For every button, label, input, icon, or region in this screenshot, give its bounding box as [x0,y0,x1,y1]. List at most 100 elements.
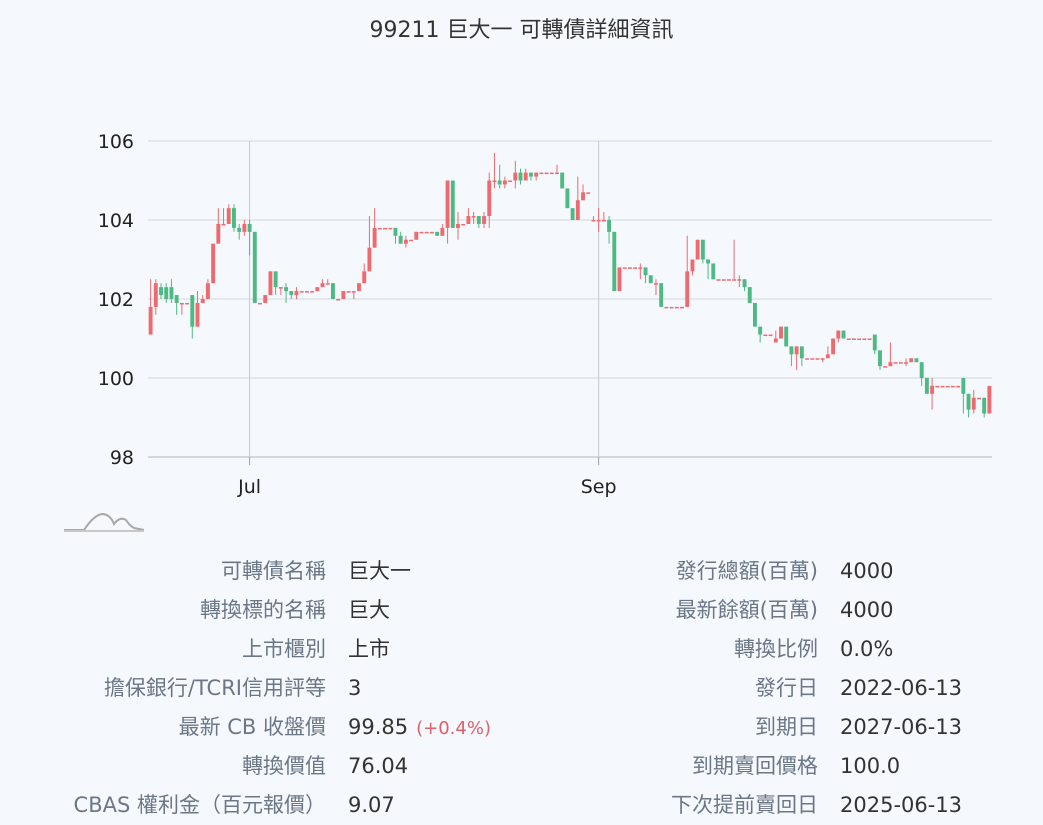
candle-body [799,346,804,359]
candle-body [185,302,190,305]
candle-body [987,385,992,414]
chart-gridlines [148,140,992,458]
candle-body [966,393,971,410]
candle-body [179,302,184,305]
candle [700,239,705,264]
candle-body [680,306,684,309]
candle [945,385,950,388]
candle [174,295,179,315]
y-tick-label: 100 [98,368,134,390]
candle-body [409,239,414,242]
candle-body [466,216,471,224]
candle [737,275,742,288]
candle [555,164,559,175]
candle-body [784,326,789,347]
candle [232,204,236,232]
candle-body [831,338,836,355]
candle [263,295,268,303]
info-value-text: 2022-06-13 [840,676,963,700]
candle-body [570,208,575,220]
candle-body [836,330,841,339]
candle [330,283,335,299]
candle [211,243,216,284]
candle-body [794,346,799,355]
candle [403,235,408,248]
candle [950,385,955,388]
candle-body [440,227,445,236]
candle-body [513,172,518,181]
info-value: 2025-06-13 [840,786,962,825]
candle [398,231,403,244]
info-value: 2022-06-13 [840,669,962,708]
candle [221,208,226,226]
candle-body [846,338,851,340]
candle [825,346,830,359]
info-label: 最新餘額(百萬) [675,598,818,622]
candle-body [346,291,351,293]
candle [836,330,841,343]
candle-body [779,326,783,339]
candle [424,231,429,234]
candle [794,346,799,371]
candle-body [294,291,299,296]
navigator-thumbnail-icon[interactable] [64,512,145,532]
info-label: 轉換比例 [734,637,818,661]
candle [315,287,320,292]
candle [393,227,398,244]
candle-body [924,378,929,394]
candle-body [388,227,393,230]
candle [721,279,726,281]
candle [429,231,434,234]
candle-body [289,291,294,296]
candle [320,279,325,288]
candle-body [252,231,257,303]
candle-body [429,231,434,234]
candle-body [758,326,763,335]
candle-body [310,291,315,293]
candle-body [898,362,903,364]
candle-body [508,180,513,182]
candle-body [622,267,627,269]
info-value: 4000 [840,552,893,591]
candle [659,283,664,307]
y-tick-label: 98 [110,447,134,469]
candle [565,188,570,209]
candle [914,358,919,363]
candle [758,326,763,343]
candle-body [445,180,450,228]
candle [841,330,846,339]
candle [909,358,914,363]
candle-body [377,227,382,230]
info-row-right: 發行日 2022-06-13 [0,669,1043,708]
candle-body [211,243,216,284]
candle-body [148,306,153,335]
candle [971,389,976,414]
candle [643,267,648,284]
candle-body [403,239,408,244]
candle-body [372,227,377,248]
info-row-right: 最新餘額(百萬) 4000 [0,591,1043,630]
candlestick-chart: 98 100 102 104 106 Jul Sep [64,131,992,532]
candle-body [726,279,731,281]
candle-body [435,231,440,236]
candle [419,231,424,234]
candle [633,267,638,269]
candle [711,263,716,280]
candle [242,220,247,236]
candle-body [820,358,825,360]
candle [664,306,669,309]
candle [883,366,888,368]
candle-body [398,235,403,244]
candle [284,283,289,303]
candle [216,208,221,244]
candle-body [857,338,862,340]
candle-body [565,188,570,209]
candle-body [367,247,372,272]
candle-body [596,220,601,222]
candle-body [747,287,752,303]
candle [200,295,205,303]
candle [961,378,966,414]
candle-body [471,216,476,218]
candle-body [351,291,356,293]
candle-body [325,283,330,285]
